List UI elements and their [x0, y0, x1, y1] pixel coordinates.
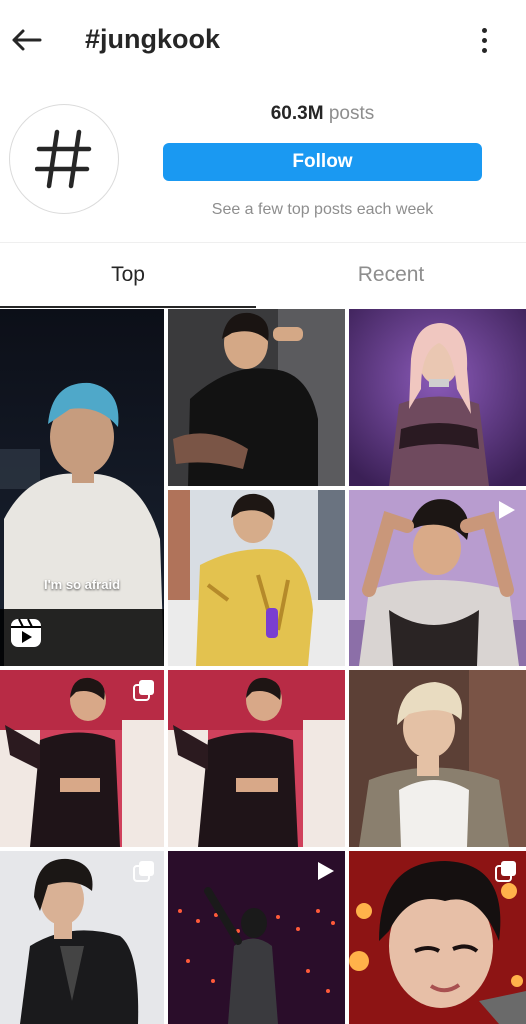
grid-post-7[interactable] [168, 670, 345, 847]
hashtag-icon [35, 129, 92, 189]
play-icon [318, 862, 334, 880]
grid-post-2[interactable] [168, 309, 345, 486]
post-image [0, 309, 164, 666]
post-image [349, 670, 526, 847]
follow-button[interactable]: Follow [163, 143, 482, 181]
tab-top[interactable]: Top [0, 243, 256, 307]
grid-post-5[interactable] [349, 490, 526, 666]
post-image [168, 670, 345, 847]
back-button[interactable] [8, 22, 44, 58]
grid-post-9[interactable] [0, 851, 164, 1024]
post-image [349, 309, 526, 486]
grid-post-4[interactable] [168, 490, 345, 666]
top-bar: #jungkook [0, 0, 526, 78]
posts-count-line: 60.3M posts [163, 102, 482, 126]
page-title: #jungkook [85, 24, 221, 54]
post-image [168, 490, 345, 666]
grid-post-6[interactable] [0, 670, 164, 847]
carousel-icon [133, 861, 154, 882]
play-icon [499, 501, 515, 519]
posts-label: posts [328, 103, 375, 124]
more-vertical-icon [481, 27, 487, 33]
hashtag-avatar [9, 104, 119, 214]
top-posts-note: See a few top posts each week [211, 201, 434, 218]
grid-post-1[interactable]: I'm so afraid [0, 309, 164, 666]
arrow-left-icon [12, 29, 42, 51]
post-image [168, 309, 345, 486]
grid-post-3[interactable] [349, 309, 526, 486]
grid-post-8[interactable] [349, 670, 526, 847]
more-options-button[interactable] [472, 24, 496, 56]
carousel-icon [495, 861, 516, 882]
grid-post-10[interactable] [168, 851, 345, 1024]
carousel-icon [133, 680, 154, 701]
posts-count: 60.3M [270, 103, 324, 124]
reel-icon [11, 618, 41, 647]
tab-recent[interactable]: Recent [256, 243, 526, 307]
active-tab-indicator [0, 306, 256, 308]
grid-post-11[interactable] [349, 851, 526, 1024]
post-grid: I'm so afraid [0, 309, 526, 1024]
post-caption: I'm so afraid [43, 577, 121, 592]
